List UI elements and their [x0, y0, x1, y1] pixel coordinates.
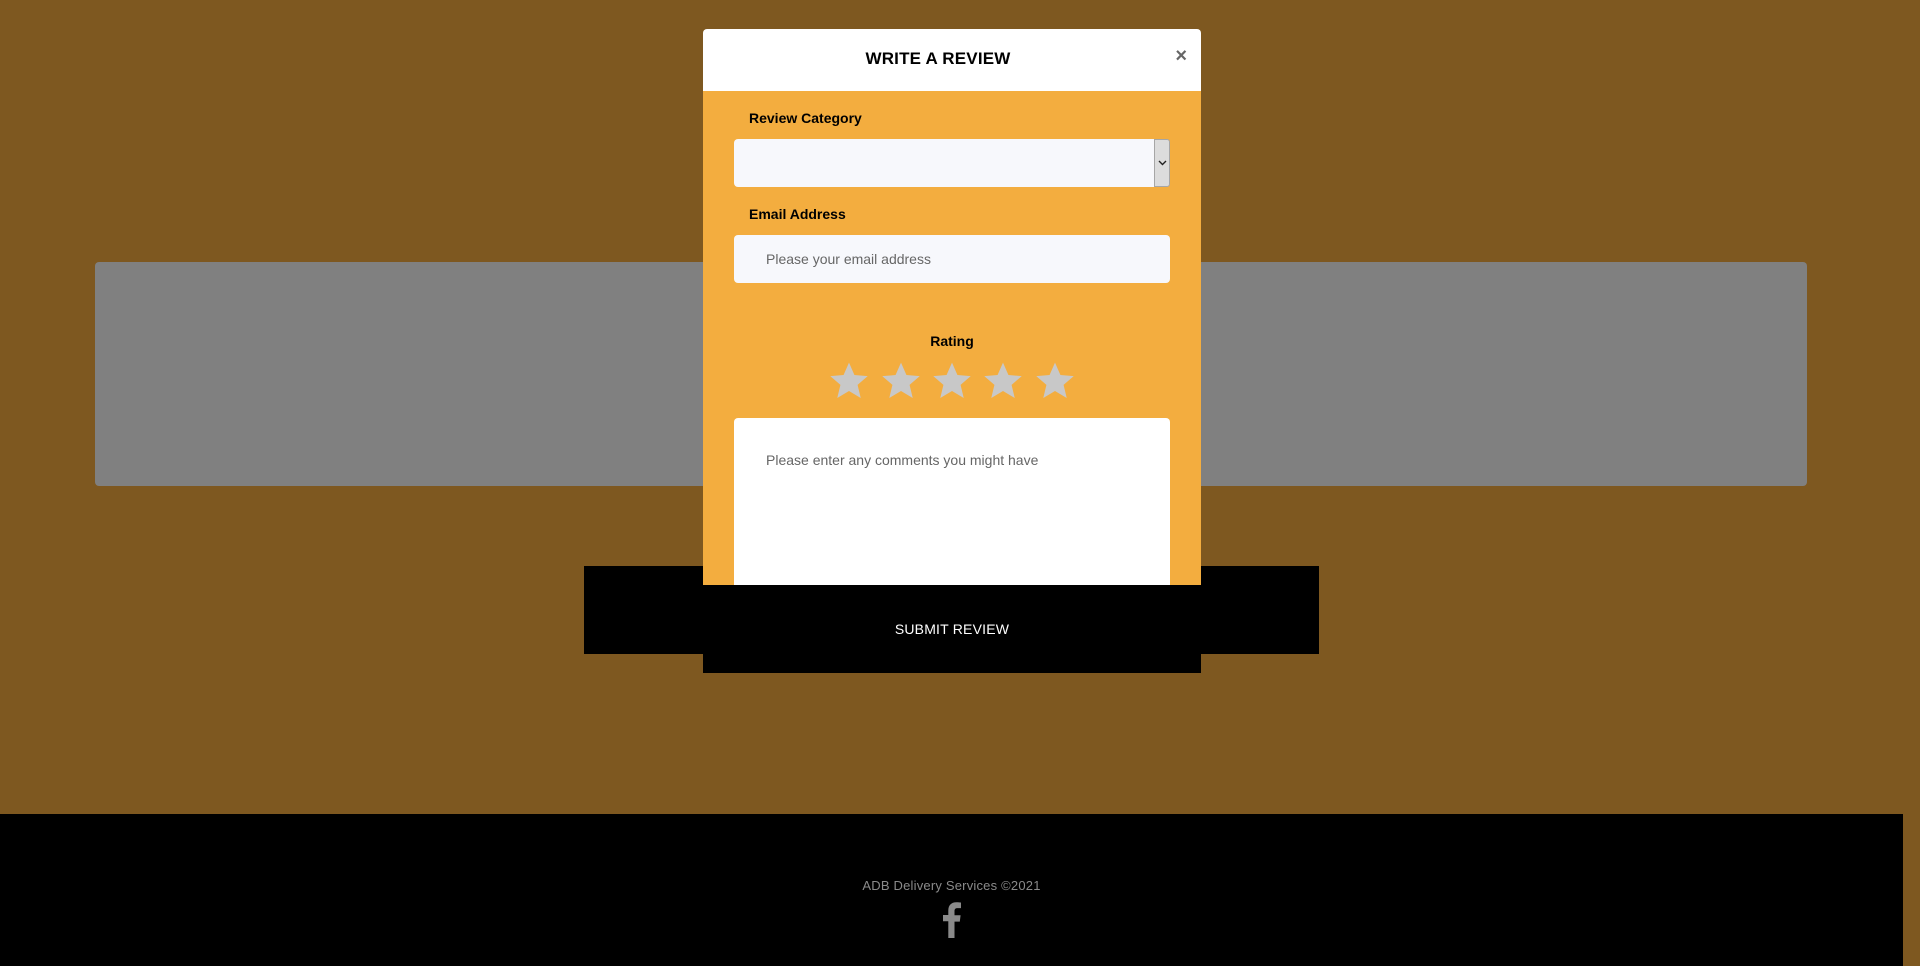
star-icon-3[interactable]	[931, 360, 973, 402]
comments-textarea[interactable]	[734, 418, 1170, 595]
review-category-label: Review Category	[749, 110, 862, 126]
facebook-icon[interactable]	[939, 902, 963, 938]
modal-header: WRITE A REVIEW ×	[703, 29, 1201, 91]
star-icon-1[interactable]	[828, 360, 870, 402]
modal-body: Review Category Email Address Rating	[703, 91, 1201, 595]
review-modal: WRITE A REVIEW × Review Category Email A…	[703, 29, 1201, 673]
page-edge-strip	[1903, 814, 1920, 966]
star-rating[interactable]	[828, 360, 1078, 402]
chevron-down-icon[interactable]	[1154, 139, 1170, 187]
close-icon[interactable]: ×	[1175, 46, 1187, 66]
modal-title: WRITE A REVIEW	[865, 49, 1011, 68]
star-icon-5[interactable]	[1034, 360, 1076, 402]
review-category-select[interactable]	[734, 139, 1170, 187]
star-icon-4[interactable]	[982, 360, 1024, 402]
footer: ADB Delivery Services ©2021	[0, 814, 1903, 966]
email-address-label: Email Address	[749, 206, 846, 222]
rating-label: Rating	[930, 333, 974, 349]
email-field[interactable]	[734, 235, 1170, 283]
star-icon-2[interactable]	[880, 360, 922, 402]
submit-review-button[interactable]: SUBMIT REVIEW	[703, 585, 1201, 673]
footer-copyright: ADB Delivery Services ©2021	[862, 878, 1041, 893]
